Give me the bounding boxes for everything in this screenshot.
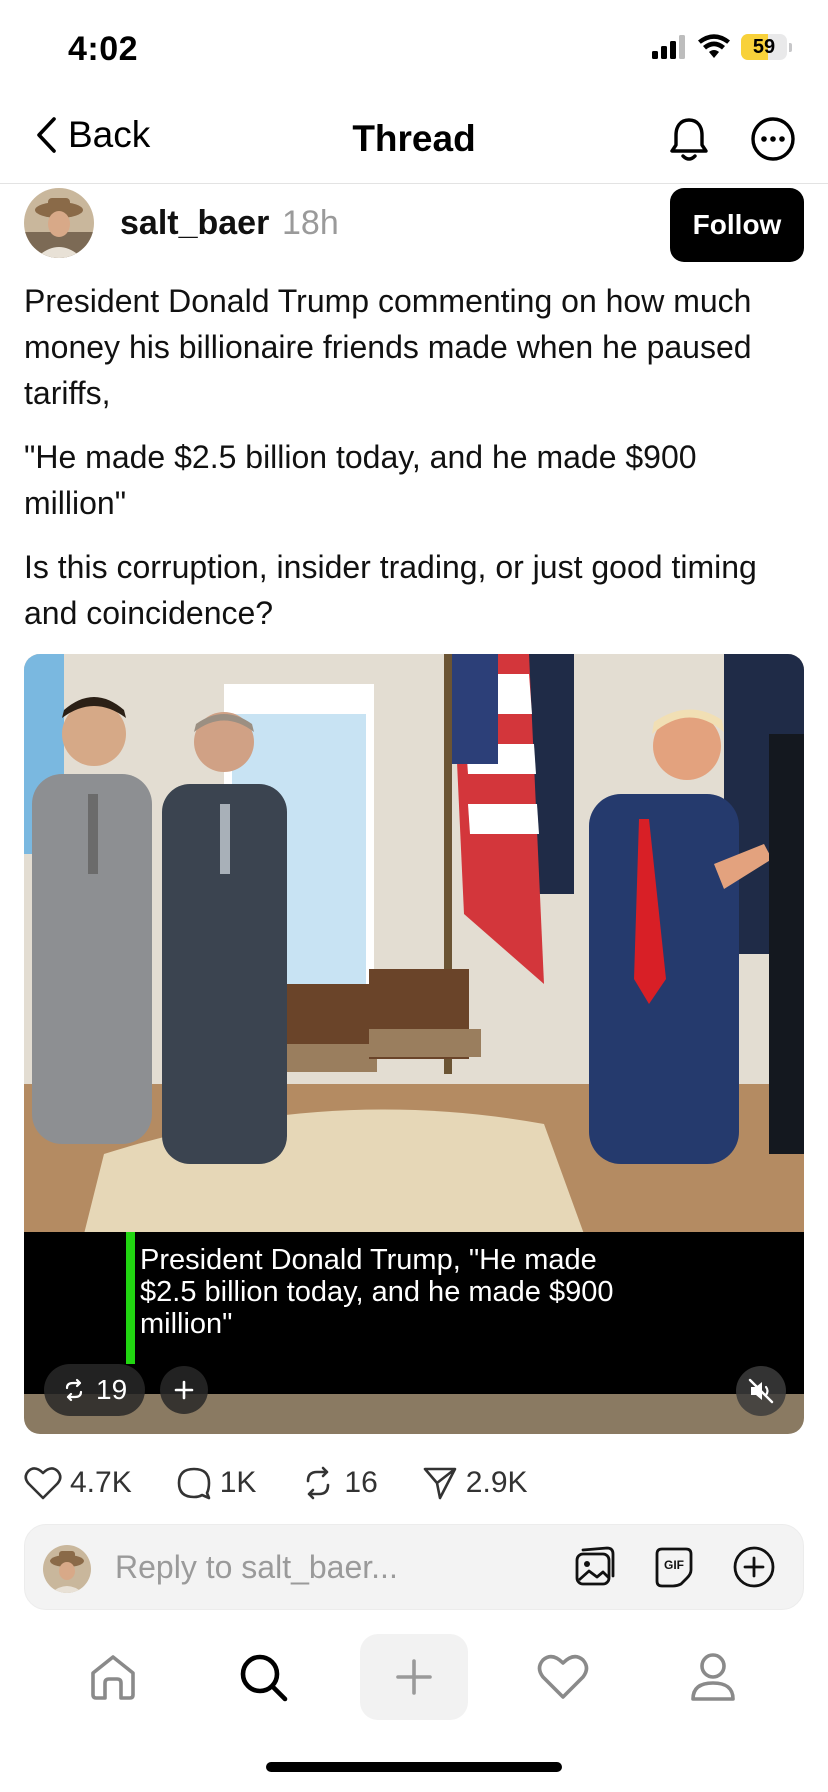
profile-icon (691, 1653, 735, 1701)
post-paragraph: President Donald Trump commenting on how… (24, 283, 752, 411)
video-player[interactable]: President Donald Trump, "He made $2.5 bi… (24, 654, 804, 1434)
cellular-signal-icon (652, 35, 685, 59)
like-button[interactable]: 4.7K (24, 1465, 132, 1501)
video-add-button[interactable] (160, 1366, 208, 1414)
plus-icon (174, 1380, 194, 1400)
battery-indicator: 59 (741, 34, 792, 60)
send-icon (423, 1467, 457, 1500)
reply-count: 1K (219, 1466, 257, 1499)
speaker-muted-icon (748, 1378, 774, 1404)
post-time: 18h (282, 204, 339, 242)
repost-icon (307, 1466, 330, 1500)
notifications-button[interactable] (664, 114, 714, 164)
wifi-icon (698, 34, 730, 58)
like-count: 4.7K (70, 1466, 132, 1499)
plus-icon (396, 1659, 432, 1695)
svg-text:GIF: GIF (664, 1558, 684, 1572)
follow-button[interactable]: Follow (670, 188, 804, 262)
tab-profile[interactable] (668, 1634, 758, 1720)
status-icons: 59 (651, 34, 792, 60)
reply-composer[interactable]: Reply to salt_baer... GIF (24, 1524, 804, 1610)
post-actions: 4.7K 1K 16 2.9K (24, 1458, 528, 1508)
share-button[interactable]: 2.9K (422, 1465, 528, 1501)
video-caption: President Donald Trump, "He made $2.5 bi… (140, 1244, 614, 1340)
video-frame (24, 654, 804, 1234)
post-header: salt_baer 18h Follow (24, 184, 804, 264)
mute-button[interactable] (736, 1366, 786, 1416)
video-repost-count[interactable]: 19 (44, 1364, 146, 1416)
avatar[interactable] (24, 188, 94, 258)
username[interactable]: salt_baer (120, 204, 269, 243)
gif-icon[interactable]: GIF (651, 1544, 697, 1590)
post-paragraph: Is this corruption, insider trading, or … (24, 549, 757, 631)
tab-search[interactable] (218, 1634, 308, 1720)
chevron-left-icon (37, 117, 56, 153)
comment-icon (177, 1467, 211, 1500)
battery-percent: 59 (752, 36, 776, 58)
home-indicator (266, 1762, 562, 1772)
post-paragraph: "He made $2.5 billion today, and he made… (24, 439, 697, 521)
repost-button[interactable]: 16 (300, 1465, 378, 1501)
caption-accent-bar (126, 1232, 135, 1364)
tab-compose[interactable] (360, 1634, 468, 1720)
tab-home[interactable] (68, 1634, 158, 1720)
nav-bar: Back Thread (0, 96, 828, 184)
reply-button[interactable]: 1K (176, 1465, 257, 1501)
bell-icon (670, 118, 708, 161)
back-label: Back (68, 114, 151, 155)
back-button[interactable]: Back (34, 114, 150, 156)
video-repost-count-label: 19 (96, 1374, 128, 1405)
image-gallery-icon[interactable] (571, 1544, 617, 1590)
heart-icon (24, 1467, 62, 1500)
share-count: 2.9K (465, 1466, 528, 1499)
add-circle-icon[interactable] (731, 1544, 777, 1590)
status-time: 4:02 (68, 30, 139, 68)
home-icon (91, 1655, 135, 1700)
more-options-button[interactable] (748, 114, 798, 164)
video-caption-band: President Donald Trump, "He made $2.5 bi… (24, 1232, 804, 1394)
more-icon (751, 117, 795, 161)
post-body: President Donald Trump commenting on how… (24, 278, 806, 654)
avatar-image (24, 188, 94, 258)
tab-activity[interactable] (518, 1634, 608, 1720)
reply-input[interactable]: Reply to salt_baer... (115, 1549, 398, 1586)
repost-icon (65, 1378, 83, 1402)
repost-count: 16 (344, 1466, 378, 1499)
avatar-image (43, 1545, 91, 1593)
search-icon (240, 1654, 288, 1702)
tab-bar (0, 1630, 828, 1730)
reply-avatar (43, 1545, 91, 1593)
heart-icon (537, 1654, 589, 1699)
status-bar: 4:02 59 (0, 0, 828, 96)
